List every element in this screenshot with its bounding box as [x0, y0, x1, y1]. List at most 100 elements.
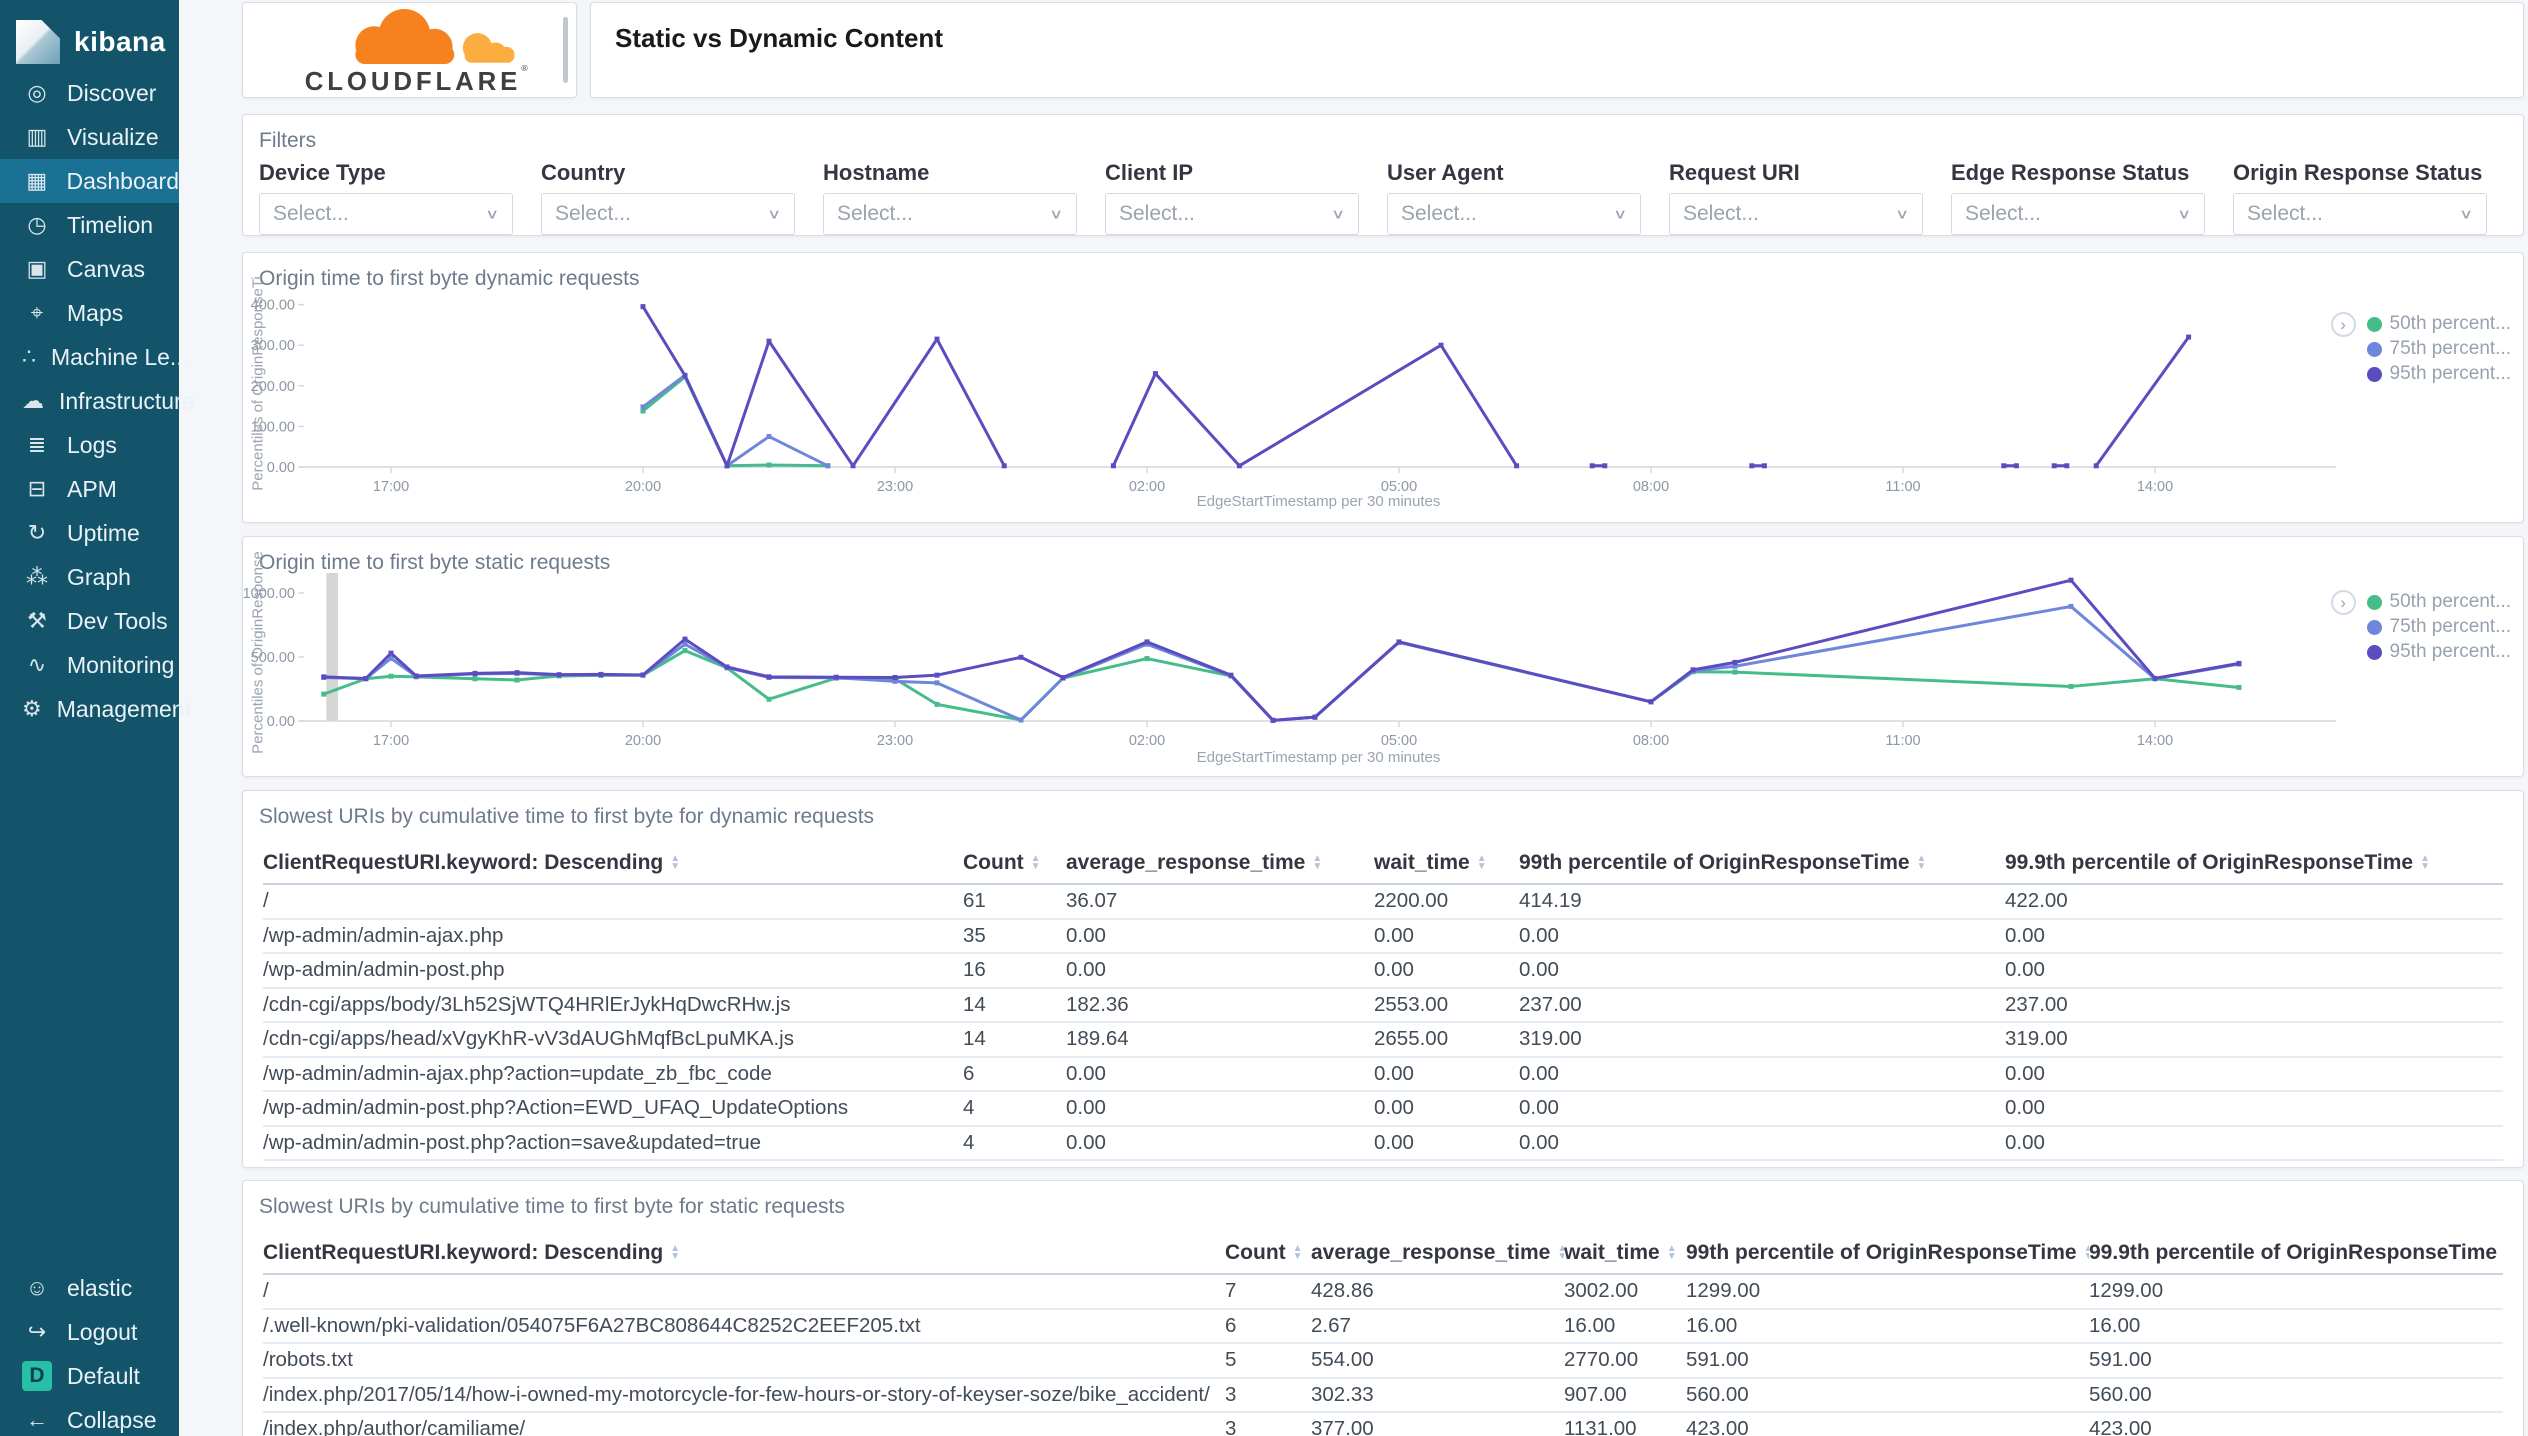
- map-pin-icon: ⌖: [30, 300, 44, 325]
- cell-99-9th-percentile: 0.00: [2005, 1161, 2503, 1167]
- cell-average-response-time: 0.00: [1066, 1127, 1374, 1161]
- cell-uri: /index.php/author/camiliame/: [263, 1413, 1225, 1436]
- cell-uri: /cdn-cgi/apps/head/xVgyKhR-vV3dAUGhMqfBc…: [263, 1023, 963, 1058]
- table-header-cell[interactable]: average_response_time ▲▼: [1066, 843, 1374, 885]
- table-row: /index.php/author/camiliame/ 3 377.00 11…: [263, 1413, 2503, 1436]
- filter-origin-response-status[interactable]: Select... ∨: [2233, 193, 2487, 235]
- sidebar-item-canvas[interactable]: ▣ Canvas: [0, 247, 179, 291]
- legend-label: 50th percent...: [2389, 313, 2511, 334]
- table-header-cell[interactable]: wait_time ▲ ▼: [1564, 1233, 1686, 1275]
- sidebar-item-machine-learning[interactable]: ∴ Machine Le...: [0, 335, 189, 379]
- sidebar-item-label: Collapse: [67, 1406, 157, 1433]
- cell-99th-percentile: 591.00: [1686, 1344, 2089, 1379]
- table-header-cell[interactable]: Count ▲ ▼: [963, 843, 1066, 885]
- sort-icon: ▲▼: [1916, 853, 1927, 872]
- cell-average-response-time: 2.67: [1311, 1310, 1564, 1344]
- sort-icon: ▲▼: [670, 853, 681, 872]
- legend-toggle-button[interactable]: ›: [2330, 312, 2356, 337]
- table-header-cell[interactable]: 99.9th percentile of OriginResponseTime …: [2005, 843, 2503, 885]
- legend-toggle-button[interactable]: ›: [2330, 590, 2356, 615]
- cell-wait-time: 0.00: [1374, 1127, 1519, 1161]
- legend-item[interactable]: 95th percent...: [2366, 363, 2511, 384]
- cell-wait-time: 0.00: [1374, 1058, 1519, 1092]
- sidebar-item-management[interactable]: ⚙ Management: [0, 687, 191, 731]
- cell-99th-percentile: 0.00: [1519, 920, 2005, 954]
- legend-item[interactable]: 75th percent...: [2366, 616, 2511, 637]
- sidebar-item-default-space[interactable]: D Default: [0, 1354, 179, 1398]
- logout-door-icon: ↪: [27, 1319, 47, 1344]
- legend-item[interactable]: 75th percent...: [2366, 338, 2511, 359]
- sidebar-item-dashboard[interactable]: ▦ Dashboard: [0, 159, 179, 203]
- wrench-icon: ⚒: [27, 608, 47, 633]
- sidebar-item-label: Maps: [67, 299, 124, 326]
- legend-label: 95th percent...: [2389, 641, 2511, 662]
- table-row: /cdn-cgi/apps/body/3Lh52SjWTQ4HRlErJykHq…: [263, 989, 2503, 1023]
- table-row: / 7 428.86 3002.00 1299.00 1299.00: [263, 1275, 2503, 1310]
- cell-average-response-time: 554.00: [1311, 1344, 1564, 1379]
- sidebar-item-apm[interactable]: ⊟ APM: [0, 467, 179, 511]
- cell-99th-percentile: 0.00: [1519, 1058, 2005, 1092]
- cell-wait-time: 0.00: [1374, 920, 1519, 954]
- filter-client-ip[interactable]: Select... ∨: [1105, 193, 1359, 235]
- table-header-cell[interactable]: 99th percentile of OriginResponseTime ▲▼: [1519, 843, 2005, 885]
- filter-hostname[interactable]: Select... ∨: [823, 193, 1077, 235]
- table-header-cell[interactable]: ClientRequestURI.keyword: Descending ▲ ▼: [263, 1233, 1225, 1275]
- cell-99th-percentile: 0.00: [1519, 1127, 2005, 1161]
- sidebar-item-uptime[interactable]: ↻ Uptime: [0, 511, 179, 555]
- sidebar-item-graph[interactable]: ⁂ Graph: [0, 555, 179, 599]
- cell-wait-time: 3002.00: [1564, 1275, 1686, 1310]
- table-header-cell[interactable]: wait_time ▲ ▼: [1374, 843, 1519, 885]
- sidebar-item-timelion[interactable]: ◷ Timelion: [0, 203, 179, 247]
- filter-field: Edge Response Status Select... ∨: [1951, 161, 2205, 235]
- legend-item[interactable]: 50th percent...: [2366, 591, 2511, 612]
- dynamic-requests-chart[interactable]: 400.00300.00200.00100.000.0017:00 20:00 23…: [243, 253, 2525, 524]
- sidebar-item-dev-tools[interactable]: ⚒ Dev Tools: [0, 599, 179, 643]
- compass-icon: ◎: [27, 80, 47, 105]
- filter-request-uri[interactable]: Select... ∨: [1669, 193, 1923, 235]
- table-header-cell[interactable]: 99th percentile of OriginResponseTime ▲▼: [1686, 1233, 2089, 1275]
- static-requests-chart[interactable]: 1000.00500.000.0017:00 20:00 23:00 02:00 05:…: [243, 537, 2525, 778]
- legend-item[interactable]: 50th percent...: [2366, 313, 2511, 334]
- cloud-server-icon: ☁: [22, 388, 44, 413]
- cell-uri: /: [263, 885, 963, 920]
- filter-country[interactable]: Select... ∨: [541, 193, 795, 235]
- sidebar-item-logs[interactable]: ≣ Logs: [0, 423, 179, 467]
- sidebar-item-discover[interactable]: ◎ Discover: [0, 71, 179, 115]
- sidebar-item-logout[interactable]: ↪ Logout: [0, 1310, 179, 1354]
- table-header-cell[interactable]: ClientRequestURI.keyword: Descending ▲ ▼: [263, 843, 963, 885]
- cell-count: 7: [1225, 1275, 1311, 1310]
- legend-dot: [2366, 644, 2382, 660]
- filter-edge-response-status[interactable]: Select... ∨: [1951, 193, 2205, 235]
- dashboard-title-panel: Static vs Dynamic Content: [590, 2, 2524, 98]
- sidebar-item-visualize[interactable]: ▥ Visualize: [0, 115, 179, 159]
- chevron-down-icon: ∨: [2459, 206, 2473, 222]
- kibana-logo-icon: [16, 20, 60, 64]
- filter-device-type[interactable]: Select... ∨: [259, 193, 513, 235]
- sidebar-item-maps[interactable]: ⌖ Maps: [0, 291, 179, 335]
- cell-wait-time: 2655.00: [1374, 1023, 1519, 1058]
- legend-label: 95th percent...: [2389, 363, 2511, 384]
- cell-count: 4: [963, 1127, 1066, 1161]
- sidebar-item-label: Canvas: [67, 255, 145, 282]
- sidebar-item-elastic-user[interactable]: ☺ elastic: [0, 1266, 179, 1310]
- sidebar-item-infrastructure[interactable]: ☁ Infrastructure: [0, 379, 195, 423]
- cell-count: 3: [1225, 1413, 1311, 1436]
- table-header-cell[interactable]: 99.9th percentile of OriginResponseTime …: [2089, 1233, 2503, 1275]
- filter-user-agent[interactable]: Select... ∨: [1387, 193, 1641, 235]
- cell-99th-percentile: 423.00: [1686, 1413, 2089, 1436]
- sidebar-item-collapse[interactable]: ← Collapse: [0, 1398, 179, 1436]
- apm-trace-icon: ⊟: [27, 476, 47, 501]
- cell-99-9th-percentile: 0.00: [2005, 1058, 2503, 1092]
- legend-item[interactable]: 95th percent...: [2366, 641, 2511, 662]
- cell-99th-percentile: 237.00: [1519, 989, 2005, 1023]
- table-header-cell[interactable]: Count ▲ ▼: [1225, 1233, 1311, 1275]
- dynamic-slowest-uris-panel: Slowest URIs by cumulative time to first…: [242, 790, 2524, 1168]
- kibana-logo[interactable]: kibana: [0, 0, 179, 64]
- scrollbar-thumb[interactable]: [563, 17, 568, 83]
- table-header-cell[interactable]: average_response_time ▲▼: [1311, 1233, 1564, 1275]
- sidebar-item-monitoring[interactable]: ∿ Monitoring: [0, 643, 179, 687]
- svg-text:0.00: 0.00: [267, 714, 295, 730]
- sort-icon: ▲▼: [1666, 1243, 1677, 1262]
- sidebar-item-label: Management: [56, 695, 191, 722]
- cell-99th-percentile: 0.00: [1519, 954, 2005, 989]
